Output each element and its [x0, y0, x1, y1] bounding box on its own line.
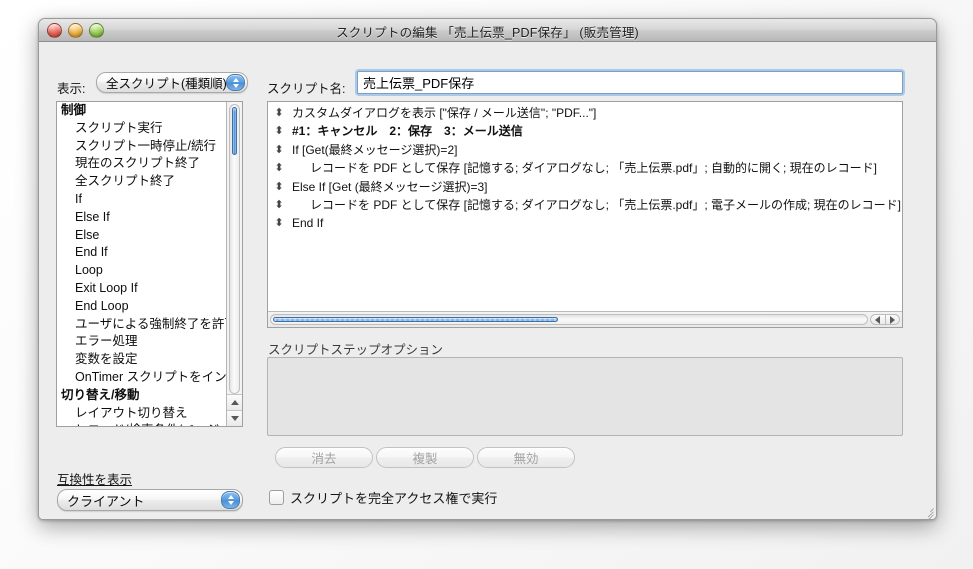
step-drag-handle-icon[interactable]: ⬍ — [268, 178, 290, 196]
duplicate-button[interactable]: 複製 — [376, 447, 474, 468]
library-item-list: 制御スクリプト実行 スクリプト一時停止/続行 現在のスクリプト終了 全スクリプト終了 I… — [57, 102, 226, 426]
script-step-row[interactable]: ⬍ レコードを PDF として保存 [記憶する; ダイアログなし; 「売上伝票.p… — [268, 159, 902, 177]
script-step-text: レコードを PDF として保存 [記憶する; ダイアログなし; 「売上伝票.pd… — [310, 197, 902, 212]
script-editing-pane[interactable]: ⬍ カスタムダイアログを表示 ["保存 / メール送信"; "PDF..."] ⬍ #… — [267, 101, 903, 328]
library-group-header: 切り替え/移動 — [61, 387, 140, 402]
script-step-options-pane — [267, 357, 903, 436]
scrollbar-track[interactable] — [229, 104, 240, 394]
library-item[interactable]: Else If — [57, 209, 226, 227]
compatibility-popup-button[interactable]: クライアント — [57, 489, 243, 511]
scrollbar-thumb[interactable] — [273, 317, 558, 322]
library-item[interactable]: Exit Loop If — [57, 280, 226, 298]
disable-button[interactable]: 無効 — [477, 447, 575, 468]
library-item[interactable]: エラー処理 — [57, 333, 226, 351]
script-step-text: If [Get(最終メッセージ選択)=2] — [292, 142, 458, 157]
script-steps-library[interactable]: 制御スクリプト実行 スクリプト一時停止/続行 現在のスクリプト終了 全スクリプト終了 I… — [56, 101, 243, 427]
library-item[interactable]: ユーザによる強制終了を許可 — [57, 316, 226, 334]
window-resize-grip[interactable] — [920, 503, 934, 519]
library-item[interactable]: 全スクリプト終了 — [57, 173, 226, 191]
window-titlebar[interactable]: スクリプトの編集 「売上伝票_PDF保存」 (販売管理) — [39, 19, 936, 42]
scroll-up-button[interactable] — [227, 394, 242, 410]
scrollbar-arrows — [227, 394, 242, 426]
script-name-input[interactable]: 売上伝票_PDF保存 — [357, 71, 903, 94]
scrollbar-arrows — [870, 314, 900, 325]
library-item[interactable]: If — [57, 191, 226, 209]
step-drag-handle-icon[interactable]: ⬍ — [268, 159, 290, 177]
view-label: 表示: — [57, 82, 86, 96]
step-drag-handle-icon[interactable]: ⬍ — [268, 122, 290, 140]
view-popup-button[interactable]: 全スクリプト(種類順) — [96, 72, 248, 93]
script-step-row[interactable]: ⬍ レコードを PDF として保存 [記憶する; ダイアログなし; 「売上伝票.p… — [268, 196, 902, 214]
script-step-text: カスタムダイアログを表示 ["保存 / メール送信"; "PDF..."] — [292, 106, 597, 120]
step-drag-handle-icon[interactable]: ⬍ — [268, 196, 290, 214]
script-horizontal-scrollbar[interactable] — [268, 311, 902, 327]
library-item[interactable]: レコード/検索条件/ページへ… — [57, 422, 226, 426]
chevron-updown-icon — [221, 491, 240, 509]
library-item[interactable]: OnTimer スクリプトをイン… — [57, 369, 226, 387]
window-content: 表示: 全スクリプト(種類順) スクリプト名: 売上伝票_PDF保存 制御スクリ… — [39, 42, 936, 519]
step-drag-handle-icon[interactable]: ⬍ — [268, 214, 290, 232]
library-item[interactable]: 現在のスクリプト終了 — [57, 155, 226, 173]
library-item[interactable]: End Loop — [57, 298, 226, 316]
desktop-background: スクリプトの編集 「売上伝票_PDF保存」 (販売管理) 表示: 全スクリプト(… — [0, 0, 973, 569]
script-step-row[interactable]: ⬍ End If — [268, 214, 902, 232]
chevron-updown-icon — [226, 74, 245, 91]
scroll-down-button[interactable] — [227, 410, 242, 426]
library-item[interactable]: Loop — [57, 262, 226, 280]
library-item[interactable]: 変数を設定 — [57, 351, 226, 369]
script-step-row[interactable]: ⬍ カスタムダイアログを表示 ["保存 / メール送信"; "PDF..."] — [268, 104, 902, 122]
script-step-row[interactable]: ⬍ If [Get(最終メッセージ選択)=2] — [268, 141, 902, 159]
scroll-left-button[interactable] — [870, 314, 886, 325]
script-name-value: 売上伝票_PDF保存 — [363, 76, 475, 91]
script-step-row[interactable]: ⬍ Else If [Get (最終メッセージ選択)=3] — [268, 178, 902, 196]
library-item[interactable]: レイアウト切り替え — [57, 405, 226, 423]
library-group-header: 制御 — [61, 103, 87, 117]
clear-button[interactable]: 消去 — [275, 447, 373, 468]
script-editor-window: スクリプトの編集 「売上伝票_PDF保存」 (販売管理) 表示: 全スクリプト(… — [38, 18, 937, 520]
library-item[interactable]: End If — [57, 244, 226, 262]
step-drag-handle-icon[interactable]: ⬍ — [268, 104, 290, 122]
full-access-checkbox-row[interactable]: スクリプトを完全アクセス権で実行 — [269, 488, 497, 507]
full-access-checkbox[interactable] — [269, 490, 284, 505]
script-step-options-label: スクリプトステップオプション — [268, 343, 444, 357]
window-title: スクリプトの編集 「売上伝票_PDF保存」 (販売管理) — [336, 26, 639, 40]
script-step-text: #1：キャンセル 2：保存 3：メール送信 — [292, 124, 523, 139]
full-access-checkbox-label: スクリプトを完全アクセス権で実行 — [290, 491, 498, 506]
scroll-right-button[interactable] — [885, 314, 900, 325]
scrollbar-track[interactable] — [270, 314, 868, 325]
script-step-text: End If — [292, 216, 324, 231]
script-step-text: Else If [Get (最終メッセージ選択)=3] — [292, 179, 488, 194]
compatibility-value: クライアント — [67, 493, 145, 509]
script-step-text: レコードを PDF として保存 [記憶する; ダイアログなし; 「売上伝票.pd… — [310, 161, 878, 176]
library-item[interactable]: スクリプト実行 — [57, 120, 226, 138]
step-drag-handle-icon[interactable]: ⬍ — [268, 141, 290, 159]
scrollbar-thumb[interactable] — [232, 107, 237, 155]
script-name-label: スクリプト名: — [267, 82, 346, 96]
script-step-row[interactable]: ⬍ #1：キャンセル 2：保存 3：メール送信 — [268, 122, 902, 140]
script-step-list: ⬍ カスタムダイアログを表示 ["保存 / メール送信"; "PDF..."] ⬍ #… — [268, 104, 902, 310]
library-vertical-scrollbar[interactable] — [226, 102, 242, 426]
library-item[interactable]: Else — [57, 227, 226, 245]
compatibility-label: 互換性を表示 — [57, 473, 133, 487]
library-item[interactable]: スクリプト一時停止/続行 — [57, 138, 226, 156]
view-popup-value: 全スクリプト(種類順) — [106, 77, 226, 91]
